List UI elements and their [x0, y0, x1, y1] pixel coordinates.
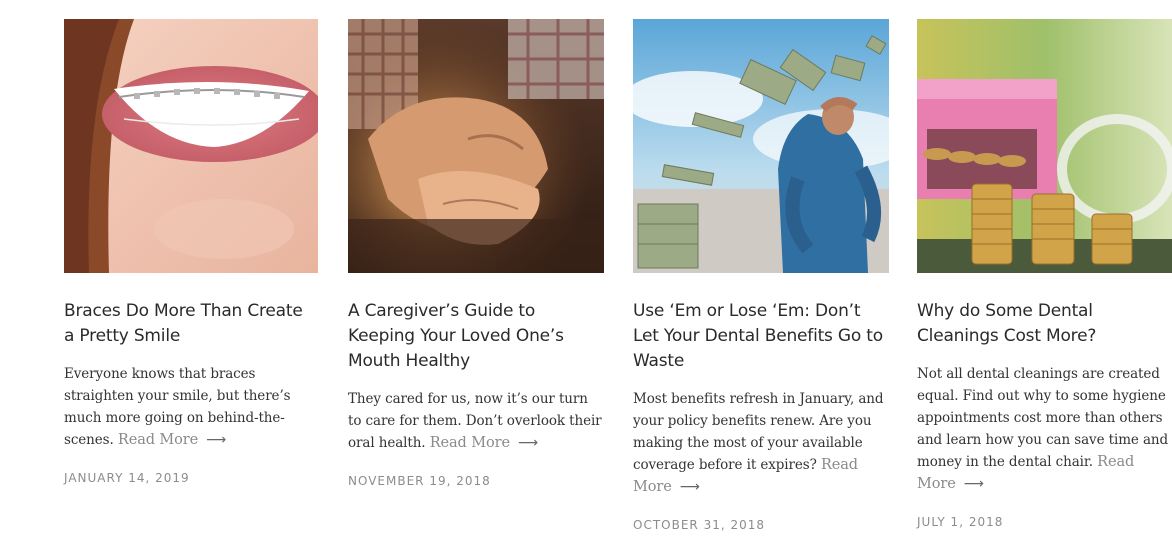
- teeth-with-braces-photo: [64, 19, 318, 273]
- post-title[interactable]: Why do Some Dental Cleanings Cost More?: [917, 299, 1172, 349]
- post-thumbnail-braces[interactable]: [64, 19, 318, 273]
- read-more-label: Read More: [429, 435, 510, 451]
- read-more-link[interactable]: Read More ⟶: [430, 435, 538, 451]
- post-date: JANUARY 14, 2019: [64, 471, 190, 485]
- post-thumbnail-cleanings[interactable]: [917, 19, 1172, 273]
- read-more-link[interactable]: Read More ⟶: [118, 432, 226, 448]
- post-date: OCTOBER 31, 2018: [633, 518, 766, 532]
- blog-card: A Caregiver’s Guide to Keeping Your Love…: [348, 19, 604, 488]
- coins-and-case-photo: [917, 19, 1172, 273]
- arrow-right-icon: ⟶: [517, 435, 538, 451]
- blog-card: Why do Some Dental Cleanings Cost More? …: [917, 19, 1172, 529]
- holding-hands-photo: [348, 19, 604, 273]
- arrow-right-icon: ⟶: [206, 432, 227, 448]
- post-thumbnail-benefits[interactable]: [633, 19, 889, 273]
- read-more-label: Read More: [117, 432, 199, 448]
- post-excerpt: Not all dental cleanings are created equ…: [917, 363, 1172, 495]
- post-excerpt: Most benefits refresh in January, and yo…: [633, 388, 889, 498]
- post-excerpt: Everyone knows that braces straighten yo…: [64, 363, 318, 451]
- blog-post-grid: Braces Do More Than Create a Pretty Smil…: [0, 0, 1172, 560]
- post-date: NOVEMBER 19, 2018: [348, 474, 491, 488]
- post-title[interactable]: Use ‘Em or Lose ‘Em: Don’t Let Your Dent…: [633, 299, 889, 374]
- arrow-right-icon: ⟶: [963, 476, 984, 492]
- blog-card: Use ‘Em or Lose ‘Em: Don’t Let Your Dent…: [633, 19, 889, 532]
- post-title[interactable]: Braces Do More Than Create a Pretty Smil…: [64, 299, 318, 349]
- blog-card: Braces Do More Than Create a Pretty Smil…: [64, 19, 318, 485]
- post-title[interactable]: A Caregiver’s Guide to Keeping Your Love…: [348, 299, 604, 374]
- post-excerpt: They cared for us, now it’s our turn to …: [348, 388, 604, 454]
- post-thumbnail-caregiver[interactable]: [348, 19, 604, 273]
- flying-money-photo: [633, 19, 889, 273]
- arrow-right-icon: ⟶: [679, 479, 700, 495]
- post-date: JULY 1, 2018: [917, 515, 1004, 529]
